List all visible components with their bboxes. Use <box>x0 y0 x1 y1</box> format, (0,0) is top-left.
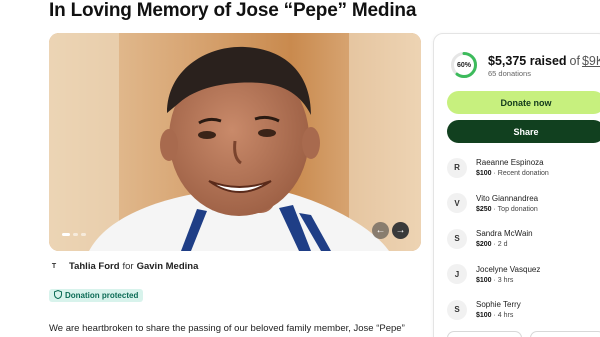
donor-meta: $200 · 2 d <box>476 241 533 248</box>
shield-icon <box>54 289 62 301</box>
raised-amount: $5,375 raised <box>488 54 567 68</box>
organizer-name[interactable]: Tahlia Ford <box>69 261 120 272</box>
donor-note: · 3 hrs <box>493 276 514 284</box>
organizer-line: T Tahlia Ford for Gavin Medina <box>49 261 199 272</box>
donor-note: · Top donation <box>493 205 538 213</box>
donor-item: S Sophie Terry $100 · 4 hrs <box>447 292 600 328</box>
organizer-for-text: for <box>122 261 134 272</box>
donor-avatar: V <box>447 193 467 214</box>
donor-note: · 4 hrs <box>493 312 514 320</box>
organizer-avatar: T <box>51 263 57 270</box>
donor-amount: $100 <box>476 170 492 178</box>
memorial-photo[interactable] <box>49 33 421 251</box>
donation-protected-label: Donation protected <box>65 291 139 300</box>
donor-item: V Vito Giannandrea $250 · Top donation <box>447 186 600 222</box>
donor-name: Jocelyne Vasquez <box>476 264 541 274</box>
donor-amount: $100 <box>476 276 492 284</box>
arrow-right-icon: → <box>395 225 406 236</box>
donor-item: R Raeanne Espinoza $100 · Recent donatio… <box>447 150 600 186</box>
progress-percent: 60% <box>456 61 471 69</box>
donor-name: Vito Giannandrea <box>476 193 539 203</box>
donor-meta: $100 · Recent donation <box>476 170 549 177</box>
donor-amount: $250 <box>476 205 492 213</box>
page-title: In Loving Memory of Jose “Pepe” Medina <box>49 0 417 21</box>
donor-list: R Raeanne Espinoza $100 · Recent donatio… <box>447 150 600 328</box>
see-top-button[interactable] <box>530 331 600 337</box>
carousel-indicators <box>62 233 86 236</box>
see-all-button[interactable] <box>447 331 522 337</box>
share-button[interactable]: Share <box>447 120 600 143</box>
donor-meta: $100 · 4 hrs <box>476 312 521 319</box>
donor-name: Raeanne Espinoza <box>476 158 544 168</box>
arrow-left-icon: ← <box>375 225 386 236</box>
donation-count: 65 donations <box>488 69 531 78</box>
carousel-dot[interactable] <box>62 233 70 236</box>
donor-note: · Recent donation <box>493 170 549 178</box>
donor-item: J Jocelyne Vasquez $100 · 3 hrs <box>447 257 600 293</box>
donor-avatar: J <box>447 264 467 285</box>
donate-now-button[interactable]: Donate now <box>447 91 600 114</box>
carousel-next-button[interactable]: → <box>392 222 409 239</box>
donor-name: Sophie Terry <box>476 300 521 310</box>
carousel-dot[interactable] <box>81 233 86 236</box>
donor-item: S Sandra McWain $200 · 2 d <box>447 221 600 257</box>
donation-protected-badge[interactable]: Donation protected <box>49 289 144 302</box>
amount-raised: $5,375 raisedof$9K <box>488 54 600 68</box>
donor-avatar: S <box>447 228 467 249</box>
donor-meta: $250 · Top donation <box>476 206 538 213</box>
donor-note: · 2 d <box>493 241 508 249</box>
story-text: We are heartbroken to share the passing … <box>49 323 405 334</box>
donor-avatar: S <box>447 299 467 320</box>
goal-amount: $9K <box>581 54 600 68</box>
photo-illustration <box>49 33 421 251</box>
donor-meta: $100 · 3 hrs <box>476 277 540 284</box>
of-text: of <box>569 54 580 68</box>
carousel-dot[interactable] <box>73 233 78 236</box>
donor-amount: $100 <box>476 312 492 320</box>
donor-avatar: R <box>447 157 467 178</box>
donor-amount: $200 <box>476 241 492 249</box>
donor-name: Sandra McWain <box>476 229 533 239</box>
carousel-prev-button[interactable]: ← <box>372 222 389 239</box>
beneficiary-name[interactable]: Gavin Medina <box>137 261 199 272</box>
